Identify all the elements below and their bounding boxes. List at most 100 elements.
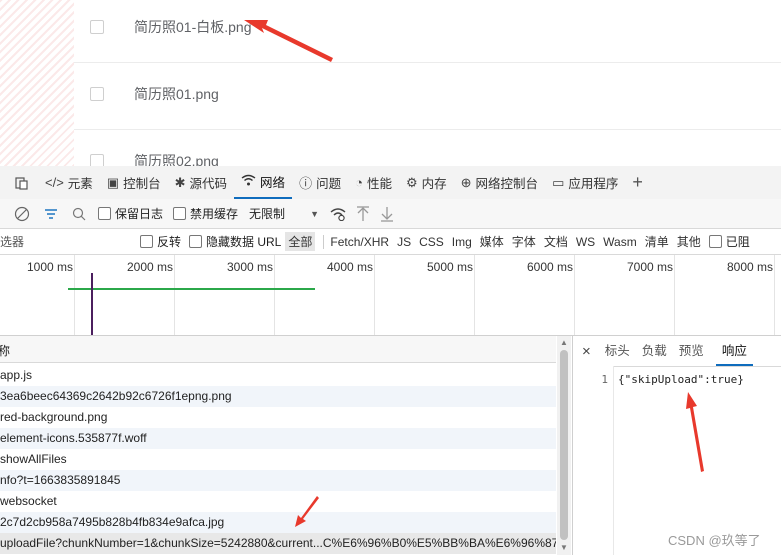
network-console-icon: ⊕ (460, 174, 472, 190)
tab-application[interactable]: ▭ 应用程序 (545, 166, 625, 199)
scroll-down-icon[interactable]: ▼ (560, 543, 568, 552)
disable-cache-checkbox[interactable]: 禁用缓存 (173, 205, 238, 222)
throttle-select[interactable]: 无限制 ▼ (248, 204, 320, 223)
network-conditions-icon[interactable] (330, 207, 346, 221)
request-row[interactable]: websocket (0, 491, 556, 512)
checkbox-box (140, 235, 153, 248)
tab-preview[interactable]: 预览 (679, 336, 716, 366)
filter-type-css[interactable]: CSS (419, 235, 444, 249)
checkbox-box (189, 235, 203, 248)
import-har-icon[interactable] (356, 205, 370, 222)
tab-elements[interactable]: </> 元素 (38, 166, 100, 199)
search-icon[interactable] (72, 207, 86, 221)
watermark: CSDN @玖等了 (668, 533, 761, 548)
timeline-tick-label: 6000 ms (527, 260, 574, 274)
file-row[interactable]: 简历照02.png (74, 130, 781, 166)
filter-bar: 筛选器 反转 隐藏数据 URL 全部 Fetch/XHR JS CSS Img … (0, 229, 781, 255)
scrollbar-thumb[interactable] (560, 350, 568, 540)
file-name: 简历照02.png (134, 153, 219, 166)
device-toolbar-icon[interactable] (0, 166, 38, 199)
issues-icon: ⓘ (299, 176, 313, 191)
export-har-icon[interactable] (380, 206, 394, 222)
tab-label: 控制台 (123, 177, 161, 191)
timeline-tick-label: 3000 ms (227, 260, 274, 274)
request-row[interactable]: app.js (0, 365, 556, 386)
tab-label: 网络控制台 (475, 177, 539, 191)
invert-label: 反转 (157, 235, 182, 249)
tab-performance[interactable]: ◔ 性能 (348, 166, 399, 199)
file-row[interactable]: 简历照01.png (74, 63, 781, 130)
filter-type-doc[interactable]: 文档 (544, 233, 568, 250)
preserve-log-checkbox[interactable]: 保留日志 (98, 205, 163, 222)
tab-label: 元素 (67, 177, 93, 191)
tab-console[interactable]: ▣ 控制台 (100, 166, 168, 199)
invert-checkbox[interactable]: 反转 (140, 233, 181, 250)
checkbox-box (98, 207, 111, 220)
timeline-tick-label: 5000 ms (427, 260, 474, 274)
filter-type-font[interactable]: 字体 (512, 233, 536, 250)
tab-label: 应用程序 (568, 177, 619, 191)
memory-icon: ⚙ (405, 174, 418, 190)
request-row[interactable]: element-icons.535877f.woff (0, 428, 556, 449)
tab-sources[interactable]: ✱ 源代码 (168, 166, 234, 199)
add-tab-button[interactable]: + (625, 166, 650, 199)
network-overview-timeline[interactable]: 1000 ms 2000 ms 3000 ms 4000 ms 5000 ms … (0, 255, 781, 336)
hide-data-url-checkbox[interactable]: 隐藏数据 URL (189, 233, 281, 250)
filter-icon[interactable] (44, 208, 58, 220)
request-list-header[interactable]: 称 (0, 336, 556, 363)
tab-label: 性能 (366, 177, 392, 191)
clear-icon[interactable] (14, 206, 30, 222)
close-icon[interactable]: × (573, 343, 605, 360)
request-list: 称 app.js 3ea6beec64369c2642b92c6726f1epn… (0, 336, 573, 555)
scroll-up-icon[interactable]: ▲ (560, 338, 568, 347)
file-checkbox[interactable] (90, 87, 104, 101)
file-checkbox[interactable] (90, 20, 104, 34)
request-detail-pane: × 标头 负载 预览 响应 1 {"skipUpload":true} (573, 336, 781, 555)
request-row[interactable]: red-background.png (0, 407, 556, 428)
timeline-tick-label: 7000 ms (627, 260, 674, 274)
file-row[interactable]: 简历照01-白板.png (74, 0, 781, 63)
line-number: 1 (601, 373, 608, 386)
sources-icon: ✱ (174, 174, 186, 190)
tab-label: 内存 (421, 177, 447, 191)
tab-payload[interactable]: 负载 (642, 336, 679, 366)
file-checkbox[interactable] (90, 154, 104, 166)
request-row[interactable]: showAllFiles (0, 449, 556, 470)
filter-type-wasm[interactable]: Wasm (603, 235, 637, 249)
blocked-label: 已阻 (725, 235, 750, 249)
filter-type-all[interactable]: 全部 (285, 232, 316, 251)
checkbox-box (173, 207, 187, 220)
filter-type-img[interactable]: Img (452, 235, 472, 249)
performance-icon: ◔ (355, 175, 363, 190)
tab-memory[interactable]: ⚙ 内存 (399, 166, 454, 199)
request-row[interactable]: nfo?t=1663835891845 (0, 470, 556, 491)
filter-type-js[interactable]: JS (397, 235, 411, 249)
web-page: 简历照01-白板.png 简历照01.png 简历照02.png (0, 0, 781, 166)
checkbox-box (708, 235, 722, 248)
request-row[interactable]: 2c7d2cb958a7495b828b4fb834e9afca.jpg (0, 512, 556, 533)
filter-type-ws[interactable]: WS (576, 235, 595, 249)
request-row[interactable]: 3ea6beec64369c2642b92c6726f1epng.png (0, 386, 556, 407)
filter-type-media[interactable]: 媒体 (480, 233, 504, 250)
devtools-tab-bar: </> 元素 ▣ 控制台 ✱ 源代码 网络 ⓘ 问题 ◔ 性能 ⚙ 内存 ⊕ 网络控制台 ▭ 应… (0, 166, 781, 200)
tab-response[interactable]: 响应 (715, 336, 753, 366)
timeline-gridline (274, 255, 275, 335)
request-row-selected[interactable]: uploadFile?chunkNumber=1&chunkSize=52428… (0, 533, 556, 554)
disable-cache-label: 禁用缓存 (190, 207, 239, 221)
filter-type-other[interactable]: 其他 (677, 233, 701, 250)
elements-icon: </> (45, 175, 64, 190)
tab-network[interactable]: 网络 (234, 166, 293, 199)
filter-type-manifest[interactable]: 清单 (645, 233, 669, 250)
filter-input[interactable]: 筛选器 (0, 232, 128, 252)
tab-issues[interactable]: ⓘ 问题 (292, 166, 348, 199)
filter-type-fetch-xhr[interactable]: Fetch/XHR (330, 235, 389, 249)
preserve-log-label: 保留日志 (115, 207, 164, 221)
timeline-tick-label: 2000 ms (127, 260, 174, 274)
load-marker (91, 273, 93, 335)
tab-headers[interactable]: 标头 (605, 336, 642, 366)
request-list-scrollbar[interactable]: ▲ ▼ (557, 336, 571, 555)
timeline-gridline (674, 255, 675, 335)
blocked-requests-checkbox[interactable]: 已阻 (708, 233, 750, 250)
tab-network-console[interactable]: ⊕ 网络控制台 (454, 166, 545, 199)
timeline-tick-label: 8000 ms (727, 260, 774, 274)
